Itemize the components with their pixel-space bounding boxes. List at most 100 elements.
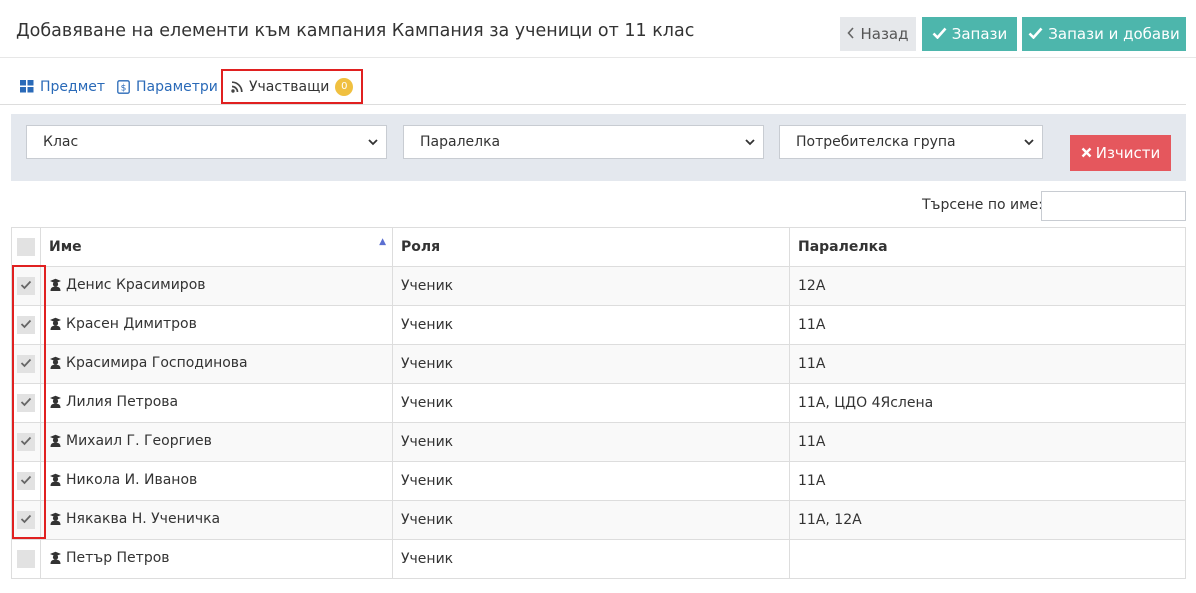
table-row[interactable]: Красимира Господинова Ученик 11А xyxy=(11,344,1186,384)
student-paralelka: 11А, ЦДО 4Яслена xyxy=(798,395,934,411)
cell-role: Ученик xyxy=(392,305,790,345)
cell-name: Денис Красимиров xyxy=(40,266,393,306)
student-icon xyxy=(49,278,62,295)
select-all-checkbox[interactable] xyxy=(17,238,35,256)
column-header-role[interactable]: Роля xyxy=(392,227,790,267)
filter-panel: Клас Паралелка Потребителска група Изчис… xyxy=(11,114,1186,181)
table-row[interactable]: Петър Петров Ученик xyxy=(11,539,1186,579)
student-role: Ученик xyxy=(401,317,454,333)
class-select[interactable]: Клас xyxy=(26,125,387,159)
back-button-label: Назад xyxy=(860,25,909,43)
row-checkbox[interactable] xyxy=(17,355,35,373)
tab-bar: Предмет $ Параметри Участващи 0 xyxy=(0,68,1186,105)
student-icon xyxy=(49,551,62,568)
student-icon xyxy=(49,395,62,412)
column-header-paralelka-label: Паралелка xyxy=(798,239,888,255)
row-checkbox-cell xyxy=(11,344,41,384)
row-checkbox-cell xyxy=(11,422,41,462)
cell-role: Ученик xyxy=(392,422,790,462)
cell-name: Лилия Петрова xyxy=(40,383,393,423)
tab-subject-label: Предмет xyxy=(40,78,106,95)
tab-parameters[interactable]: $ Параметри xyxy=(117,68,218,105)
row-checkbox[interactable] xyxy=(17,511,35,529)
search-label: Търсене по име: xyxy=(922,197,1044,213)
column-header-paralelka[interactable]: Паралелка xyxy=(789,227,1186,267)
checkmark-icon xyxy=(20,512,32,528)
cell-name: Някаква Н. Ученичка xyxy=(40,500,393,540)
checkmark-icon xyxy=(20,317,32,333)
student-name: Михаил Г. Георгиев xyxy=(66,433,212,449)
row-checkbox-cell xyxy=(11,461,41,501)
student-name: Красимира Господинова xyxy=(66,355,248,371)
cell-name: Петър Петров xyxy=(40,539,393,579)
row-checkbox[interactable] xyxy=(17,277,35,295)
row-checkbox-cell xyxy=(11,305,41,345)
save-and-add-button[interactable]: Запази и добави xyxy=(1022,17,1186,51)
rss-icon xyxy=(231,80,243,93)
paralelka-select[interactable]: Паралелка xyxy=(403,125,764,159)
row-checkbox-cell xyxy=(11,539,41,579)
clear-filters-button[interactable]: Изчисти xyxy=(1070,135,1171,171)
table-row[interactable]: Някаква Н. Ученичка Ученик 11А, 12А xyxy=(11,500,1186,540)
tab-participants-label: Участващи xyxy=(249,78,330,95)
participants-count-badge: 0 xyxy=(335,77,354,96)
cell-role: Ученик xyxy=(392,383,790,423)
row-checkbox[interactable] xyxy=(17,394,35,412)
cell-paralelka xyxy=(789,539,1186,579)
student-icon xyxy=(49,434,62,451)
save-button[interactable]: Запази xyxy=(922,17,1017,51)
student-paralelka: 11А, 12А xyxy=(798,512,862,528)
cell-paralelka: 11А xyxy=(789,344,1186,384)
paralelka-select-value: Паралелка xyxy=(420,134,501,150)
student-icon xyxy=(49,473,62,490)
student-icon xyxy=(49,317,62,334)
student-role: Ученик xyxy=(401,551,454,567)
tab-subject[interactable]: Предмет xyxy=(20,68,105,105)
student-role: Ученик xyxy=(401,473,454,489)
table-row[interactable]: Лилия Петрова Ученик 11А, ЦДО 4Яслена xyxy=(11,383,1186,423)
chevron-down-icon xyxy=(1023,135,1035,153)
column-header-name[interactable]: Име ▲ xyxy=(40,227,393,267)
student-role: Ученик xyxy=(401,278,454,294)
chevron-down-icon xyxy=(744,135,756,153)
search-by-name-input[interactable] xyxy=(1041,191,1186,221)
column-header-name-label: Име xyxy=(49,239,82,255)
user-group-select-value: Потребителска група xyxy=(796,134,956,150)
cell-paralelka: 12А xyxy=(789,266,1186,306)
check-icon xyxy=(932,25,947,43)
student-paralelka: 12А xyxy=(798,278,826,294)
grid-icon xyxy=(20,80,34,93)
tab-participants[interactable]: Участващи 0 xyxy=(221,69,364,104)
table-row[interactable]: Денис Красимиров Ученик 12А xyxy=(11,266,1186,306)
student-paralelka: 11А xyxy=(798,473,826,489)
cell-role: Ученик xyxy=(392,266,790,306)
table-header-row: Име ▲ Роля Паралелка xyxy=(11,227,1186,267)
student-name: Денис Красимиров xyxy=(66,277,206,293)
cell-role: Ученик xyxy=(392,344,790,384)
check-icon xyxy=(1028,25,1043,43)
student-role: Ученик xyxy=(401,356,454,372)
row-checkbox[interactable] xyxy=(17,550,35,568)
table-row[interactable]: Никола И. Иванов Ученик 11А xyxy=(11,461,1186,501)
row-checkbox-cell xyxy=(11,500,41,540)
row-checkbox[interactable] xyxy=(17,433,35,451)
student-paralelka: 11А xyxy=(798,317,826,333)
chevron-down-icon xyxy=(367,135,379,153)
row-checkbox[interactable] xyxy=(17,316,35,334)
cell-role: Ученик xyxy=(392,500,790,540)
table-row[interactable]: Красен Димитров Ученик 11А xyxy=(11,305,1186,345)
user-group-select[interactable]: Потребителска група xyxy=(779,125,1043,159)
back-button[interactable]: Назад xyxy=(840,17,916,51)
cell-name: Красимира Господинова xyxy=(40,344,393,384)
class-select-value: Клас xyxy=(43,134,79,150)
table-row[interactable]: Михаил Г. Георгиев Ученик 11А xyxy=(11,422,1186,462)
checkmark-icon xyxy=(20,356,32,372)
student-paralelka: 11А xyxy=(798,434,826,450)
svg-text:$: $ xyxy=(121,83,127,93)
student-icon xyxy=(49,512,62,529)
save-and-add-button-label: Запази и добави xyxy=(1048,25,1180,43)
tab-parameters-label: Параметри xyxy=(136,78,218,95)
clear-filters-label: Изчисти xyxy=(1095,144,1161,162)
row-checkbox[interactable] xyxy=(17,472,35,490)
student-role: Ученик xyxy=(401,512,454,528)
